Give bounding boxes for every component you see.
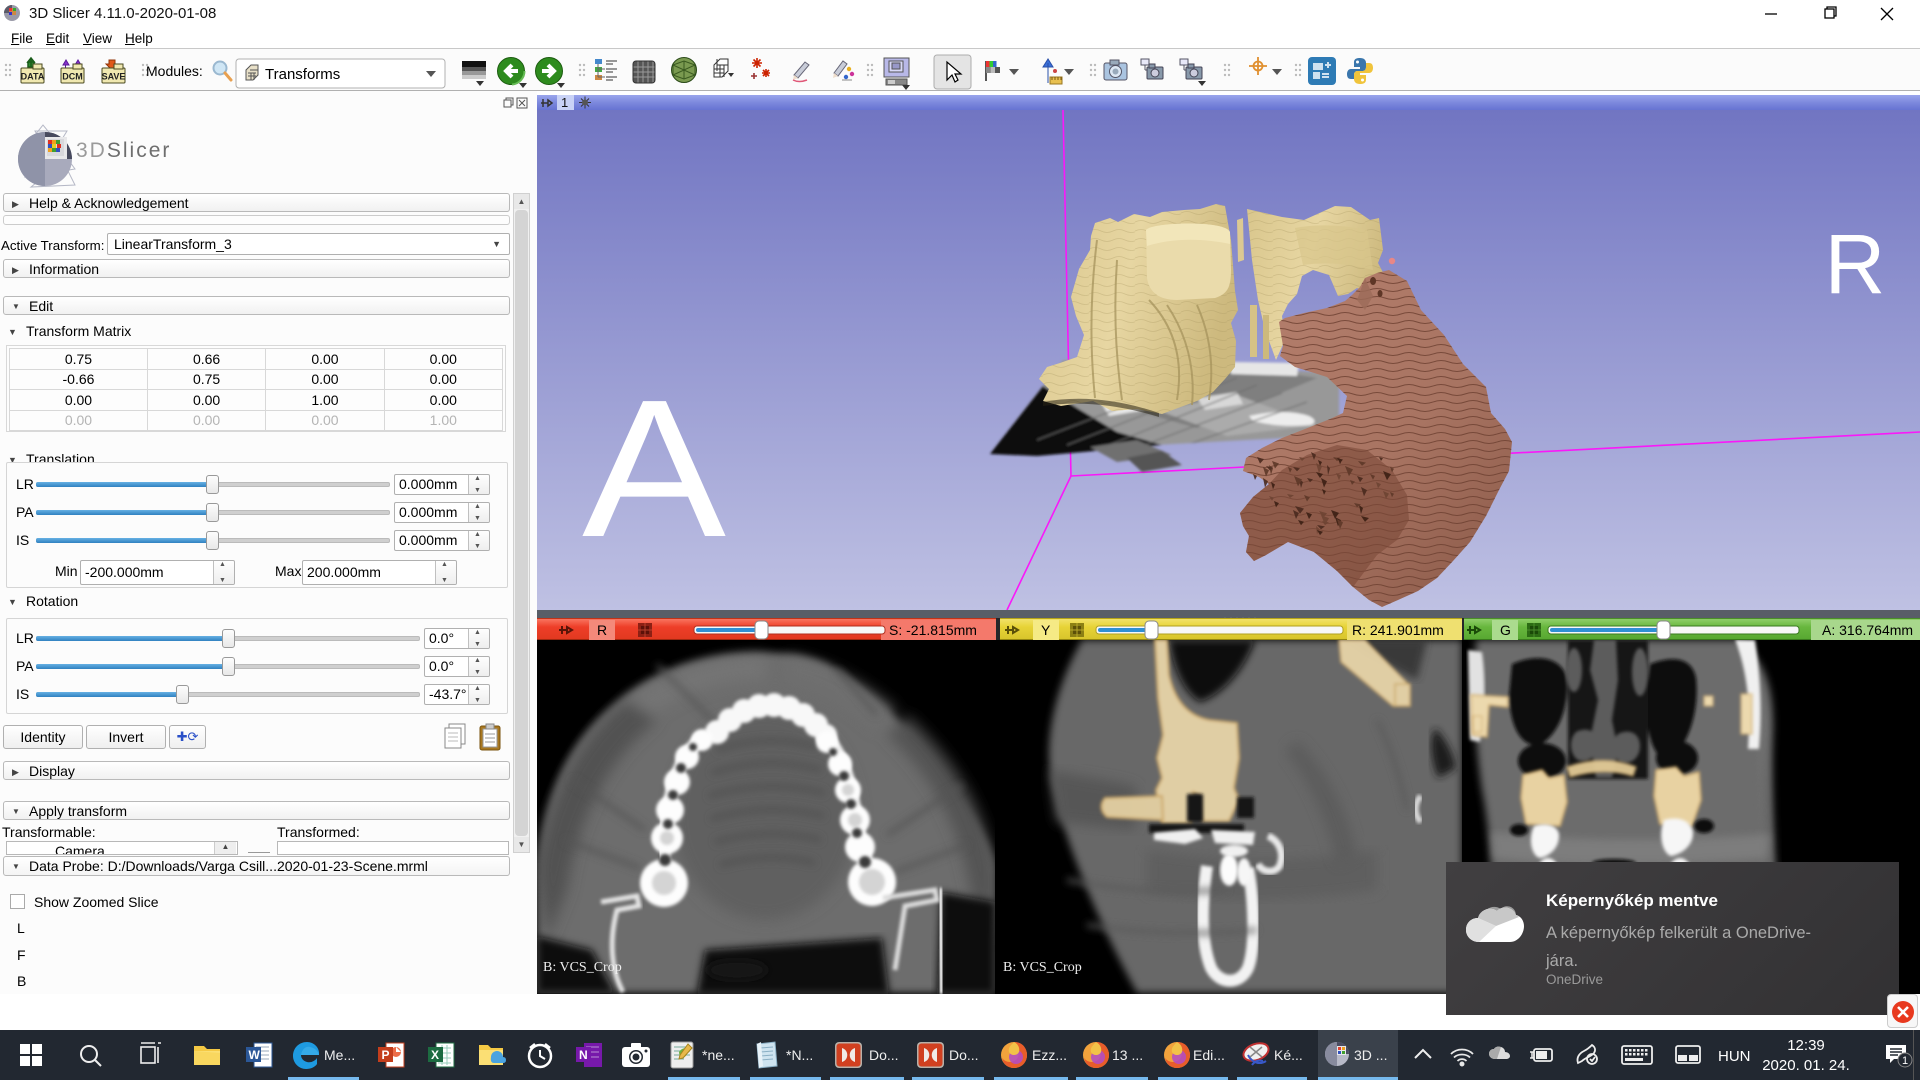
svg-text:R: 241.901mm: R: 241.901mm bbox=[1352, 622, 1444, 638]
svg-text:Do...: Do... bbox=[949, 1047, 979, 1063]
svg-text:X: X bbox=[431, 1048, 439, 1062]
svg-text:Y: Y bbox=[1041, 622, 1051, 638]
svg-text:B: VCS_Crop: B: VCS_Crop bbox=[1003, 960, 1082, 975]
svg-text:1: 1 bbox=[561, 95, 568, 110]
svg-text:Edi...: Edi... bbox=[1193, 1047, 1225, 1063]
svg-text:DATA: DATA bbox=[21, 72, 45, 82]
svg-text:Do...: Do... bbox=[869, 1047, 899, 1063]
svg-text:G: G bbox=[1500, 622, 1511, 638]
svg-text:Transforms: Transforms bbox=[265, 66, 340, 83]
svg-text:R: R bbox=[597, 622, 607, 638]
svg-text:Ezz...: Ezz... bbox=[1032, 1047, 1067, 1063]
svg-text:12:39: 12:39 bbox=[1787, 1037, 1825, 1054]
svg-text:13 ...: 13 ... bbox=[1112, 1047, 1143, 1063]
svg-text:HUN: HUN bbox=[1718, 1048, 1751, 1065]
svg-text:Modules:: Modules: bbox=[146, 63, 203, 79]
svg-text:A: 316.764mm: A: 316.764mm bbox=[1822, 622, 1913, 638]
svg-text:S: -21.815mm: S: -21.815mm bbox=[889, 622, 977, 638]
svg-text:Ké...: Ké... bbox=[1274, 1047, 1303, 1063]
svg-text:1: 1 bbox=[1902, 1055, 1908, 1067]
svg-text:Me...: Me... bbox=[324, 1047, 355, 1063]
svg-text:3D ...: 3D ... bbox=[1354, 1047, 1387, 1063]
svg-text:N: N bbox=[579, 1048, 588, 1062]
svg-text:2020. 01. 24.: 2020. 01. 24. bbox=[1762, 1057, 1850, 1074]
svg-text:W: W bbox=[249, 1048, 261, 1062]
svg-text:SAVE: SAVE bbox=[102, 72, 126, 82]
svg-text:DCM: DCM bbox=[62, 72, 83, 82]
svg-text:*N...: *N... bbox=[786, 1047, 813, 1063]
svg-text:B: VCS_Crop: B: VCS_Crop bbox=[543, 960, 622, 975]
svg-text:R: R bbox=[1825, 217, 1886, 311]
svg-text:*ne...: *ne... bbox=[702, 1047, 735, 1063]
svg-text:P: P bbox=[382, 1048, 390, 1062]
svg-text:A: A bbox=[582, 359, 726, 578]
